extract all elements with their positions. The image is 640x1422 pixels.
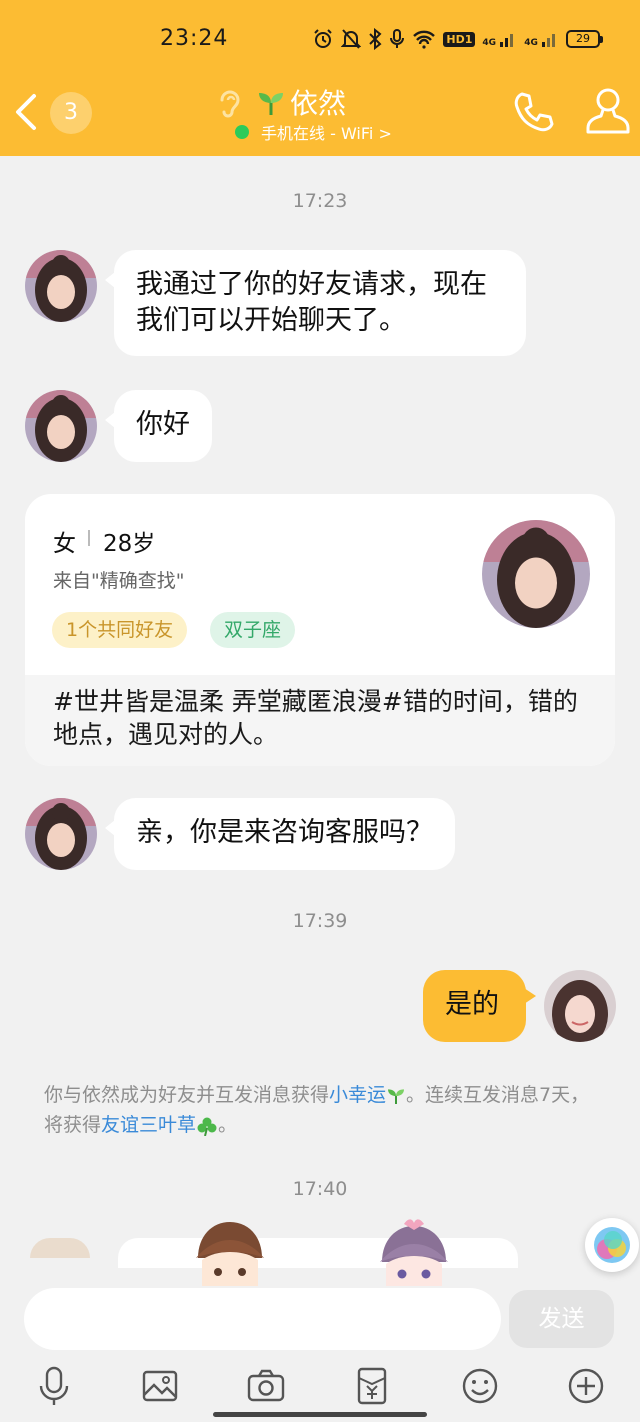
plus-icon[interactable] [566,1364,606,1408]
timestamp: 17:23 [292,190,348,212]
network-label-2: 4G [524,38,538,48]
message-bubble[interactable]: 我通过了你的好友请求，现在我们可以开始聊天了。 [105,250,526,356]
sprout-icon [388,1088,405,1104]
emoji-icon[interactable] [460,1364,500,1408]
colorful-orb-icon [594,1227,630,1263]
online-status-text: 手机在线 - WiFi [261,124,374,143]
clock: 23:24 [160,26,229,51]
avatar-image [25,390,97,462]
avatar-image [482,520,590,628]
profile-card[interactable]: 女 28岁 来自"精确查找" 1个共同好友 双子座 #世井皆是温柔 弄堂藏匿浪漫… [25,494,615,766]
red-packet-icon[interactable] [352,1364,392,1408]
message-bubble[interactable]: 你好 [105,390,212,462]
message-bubble[interactable] [118,1238,518,1268]
gender-label: 女 [53,531,76,557]
message-bubble[interactable]: 亲，你是来咨询客服吗？ [105,798,455,870]
alarm-icon [314,29,333,48]
chevron-right-icon: > [378,124,392,143]
personal-signature: #世井皆是温柔 弄堂藏匿浪漫#错的时间，错的地点，遇见对的人。 [25,675,615,766]
chat-header: 23:24 HD1 4G 4G 29 3 依然 手机在线 - WiFi > [0,0,640,156]
bluetooth-icon [369,28,382,50]
card-avatar[interactable] [482,520,590,628]
status-bar: 23:24 HD1 4G 4G 29 [0,0,640,80]
contact-avatar[interactable] [30,1238,90,1258]
my-message-bubble[interactable]: 是的 [423,970,536,1042]
signal-4g-1: 4G [482,30,517,48]
home-indicator[interactable] [213,1412,427,1417]
clover-icon [197,1117,217,1136]
phone-icon[interactable] [510,88,558,136]
lucky-link[interactable]: 小幸运 [329,1084,386,1106]
sprout-icon [259,93,283,115]
notice-text: 。 [218,1114,238,1136]
wifi-icon [413,30,436,49]
source-label: 来自"精确查找" [53,570,185,592]
friendship-notice: 你与依然成为好友并互发消息获得小幸运 。连续互发消息7天，将获得友谊三叶草。 [44,1080,604,1140]
status-icons: HD1 4G 4G 29 [312,28,603,50]
avatar-image [25,250,97,322]
network-label-1: 4G [482,38,497,48]
notice-text: 你与依然成为好友并互发消息获得 [44,1084,330,1106]
boy-character-sticker [196,1222,264,1288]
my-avatar[interactable] [544,970,616,1042]
hd-badge: HD1 [443,31,476,47]
profile-icon[interactable] [584,86,632,136]
back-icon[interactable] [8,88,44,136]
contact-avatar[interactable] [25,798,97,870]
avatar-image [544,970,616,1042]
age-label: 28岁 [103,531,156,557]
contact-avatar[interactable] [25,390,97,462]
signal-bars-icon [542,34,555,47]
signal-bars-icon [500,34,514,47]
mic-status-icon [390,29,405,48]
contact-name[interactable]: 依然 [290,82,346,122]
battery-indicator: 29 [566,30,603,48]
floating-assistant-ball[interactable] [585,1218,639,1272]
mute-bell-icon [341,29,362,49]
girl-character-sticker [380,1219,448,1288]
avatar-image [25,798,97,870]
signal-4g-2: 4G [524,30,559,48]
zodiac-tag[interactable]: 双子座 [210,612,296,648]
online-indicator [235,125,249,139]
unread-count-badge[interactable]: 3 [50,92,92,134]
send-button[interactable]: 发送 [509,1290,614,1348]
message-input[interactable] [24,1288,501,1350]
timestamp: 17:39 [292,910,348,932]
contact-avatar[interactable] [25,250,97,322]
divider [88,530,90,546]
mic-icon[interactable] [34,1364,74,1408]
online-status[interactable]: 手机在线 - WiFi > [261,120,392,144]
mutual-friends-tag[interactable]: 1个共同好友 [52,612,188,648]
ear-icon[interactable] [214,86,244,120]
timestamp: 17:40 [292,1178,348,1200]
camera-icon[interactable] [246,1364,286,1408]
image-icon[interactable] [140,1364,180,1408]
clover-link[interactable]: 友谊三叶草 [101,1114,196,1136]
